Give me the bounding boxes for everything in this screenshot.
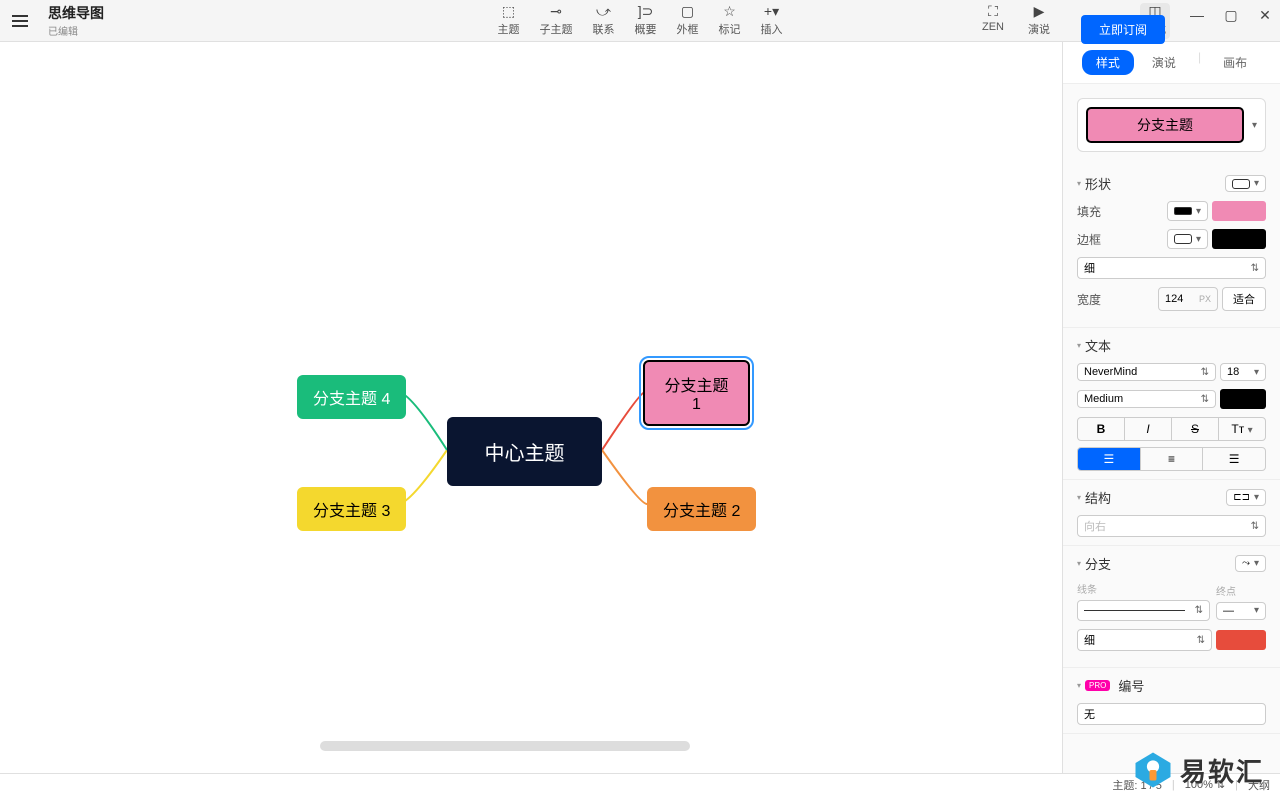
fit-button[interactable]: 适合 [1222,287,1266,311]
summary-button[interactable]: ]⊃概要 [635,5,657,37]
close-icon[interactable]: ✕ [1258,8,1272,22]
structure-select[interactable]: ⊏⊐▾ [1226,489,1266,506]
align-right-button[interactable]: ☰ [1203,448,1265,470]
font-select[interactable]: NeverMind⇅ [1077,363,1216,381]
branch-topic-2[interactable]: 分支主题 2 [647,487,756,531]
italic-button[interactable]: I [1125,418,1172,440]
fill-style-select[interactable]: ▾ [1167,201,1208,221]
insert-button[interactable]: +▾插入 [761,5,783,37]
case-button[interactable]: Tт ▾ [1219,418,1265,440]
section-text: 文本 [1085,336,1111,355]
app-title: 思维导图 [48,3,104,23]
fill-color[interactable] [1212,201,1266,221]
text-color[interactable] [1220,389,1266,409]
maximize-icon[interactable]: ▢ [1224,8,1238,22]
bold-button[interactable]: B [1078,418,1125,440]
section-branch: 分支 [1085,554,1111,573]
branch-topic-1[interactable]: 分支主题 1 [643,360,750,426]
center-topic[interactable]: 中心主题 [447,417,602,486]
section-shape: 形状 [1085,174,1111,193]
number-select[interactable]: 无 [1077,703,1266,725]
section-number: 编号 [1118,676,1144,695]
canvas[interactable]: 中心主题 分支主题 1 分支主题 2 分支主题 3 分支主题 4 [0,42,1062,773]
zen-button[interactable]: ⛶ZEN [982,5,1004,37]
minimize-icon[interactable]: — [1190,8,1204,22]
topic-button[interactable]: ⬚主题 [498,5,520,37]
subtopic-button[interactable]: ⊸子主题 [540,5,573,37]
align-center-button[interactable]: ≡ [1141,448,1204,470]
subscribe-button[interactable]: 立即订阅 [1081,15,1165,44]
branch-weight-select[interactable]: 细⇅ [1077,629,1212,651]
border-color[interactable] [1212,229,1266,249]
horizontal-scrollbar[interactable] [320,741,690,751]
chevron-down-icon[interactable]: ▾ [1252,120,1257,131]
border-weight-select[interactable]: 细⇅ [1077,257,1266,279]
style-preview: 分支主题 ▾ [1077,98,1266,152]
watermark: 易软汇 [1132,749,1264,791]
boundary-button[interactable]: ▢外框 [677,5,699,37]
shape-select[interactable]: ▾ [1225,175,1266,192]
tab-canvas[interactable]: 画布 [1209,50,1261,75]
font-weight-select[interactable]: Medium⇅ [1077,390,1216,408]
tab-style[interactable]: 样式 [1082,50,1134,75]
line-style-select[interactable]: ⇅ [1077,600,1210,621]
align-left-button[interactable]: ☰ [1078,448,1141,470]
marker-button[interactable]: ☆标记 [719,5,741,37]
app-subtitle: 已编辑 [48,23,104,38]
border-style-select[interactable]: ▾ [1167,229,1208,249]
menu-button[interactable] [0,15,40,27]
branch-topic-3[interactable]: 分支主题 3 [297,487,406,531]
section-structure: 结构 [1085,488,1111,507]
status-bar: 主题: 1 / 5 | 100% ⇅ | 大纲 [0,773,1280,795]
endpoint-select[interactable]: —▾ [1216,602,1266,620]
branch-topic-4[interactable]: 分支主题 4 [297,375,406,419]
width-input[interactable]: 124PX [1158,287,1218,311]
strike-button[interactable]: S [1172,418,1219,440]
font-size-select[interactable]: 18▾ [1220,363,1266,381]
branch-style-select[interactable]: ⤳▾ [1235,555,1266,572]
branch-color[interactable] [1216,630,1266,650]
format-sidebar: 样式 演说 | 画布 分支主题 ▾ ▾形状 ▾ 填充 ▾ 边框 [1062,42,1280,773]
tab-pitch[interactable]: 演说 [1138,50,1190,75]
pitch-button[interactable]: ▶演说 [1028,5,1050,37]
relationship-button[interactable]: ⤻联系 [593,5,615,37]
direction-select[interactable]: 向右⇅ [1077,515,1266,537]
